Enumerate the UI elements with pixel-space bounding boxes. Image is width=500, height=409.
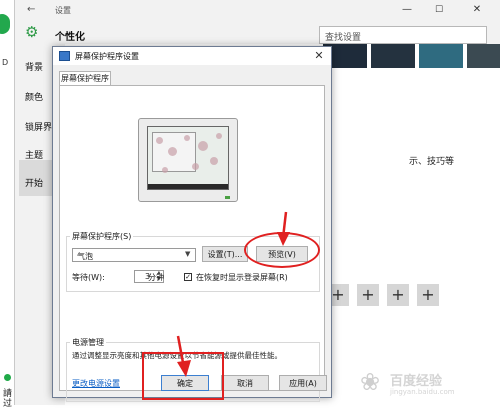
arrow-head-ok [177, 360, 191, 377]
paw-logo-icon: ❀ [360, 368, 381, 396]
watermark-text: 百度经验 [390, 374, 443, 389]
watermark: ❀ 百度经验 jingyan.baidu.com [360, 366, 496, 402]
arrow-head-preview [277, 232, 290, 246]
annotation-arrows [176, 211, 290, 377]
watermark-url: jingyan.baidu.com [390, 388, 455, 396]
